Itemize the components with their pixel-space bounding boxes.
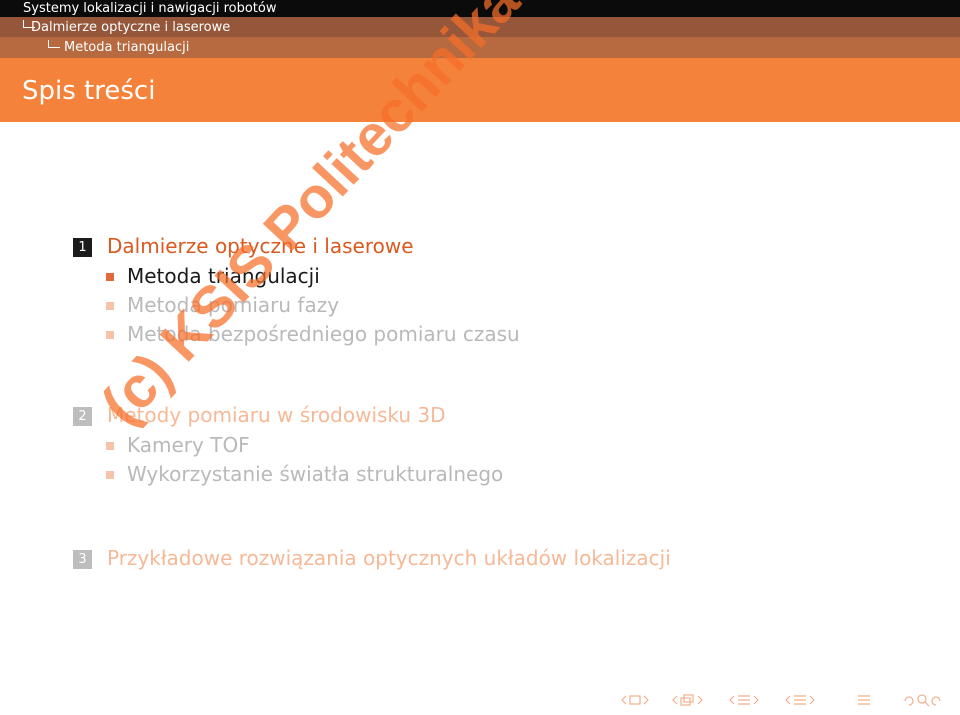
toc-icon[interactable] (858, 695, 870, 705)
subsection-title: Wykorzystanie światła strukturalnego (127, 462, 504, 486)
section-title: Dalmierze optyczne i laserowe (107, 234, 414, 258)
subsection-title: Kamery TOF (127, 433, 250, 457)
presentation-title-bar: Systemy lokalizacji i nawigacji robotów (0, 0, 960, 17)
left-arrow-icon[interactable] (785, 695, 791, 705)
toc-section-3[interactable]: 3 Przykładowe rozwiązania optycznych ukła… (73, 546, 671, 570)
right-arrow-icon[interactable] (643, 695, 649, 705)
current-subsection[interactable]: Metoda triangulacji (64, 38, 189, 57)
current-section[interactable]: Dalmierze optyczne i laserowe (31, 18, 230, 37)
bullet-square-icon (106, 331, 114, 339)
right-arrow-icon[interactable] (809, 695, 815, 705)
bullet-square-icon (106, 471, 114, 479)
bullet-square-icon (106, 442, 114, 450)
subsection-title: Metoda bezpośredniego pomiaru czasu (127, 322, 520, 346)
bullet-square-icon (106, 302, 114, 310)
section-title: Metody pomiaru w środowisku 3D (107, 403, 446, 427)
navigation-symbols (621, 694, 941, 707)
toc-subsection[interactable]: Metoda triangulacji (106, 264, 320, 288)
section-number: 1 (73, 238, 92, 257)
left-arrow-icon[interactable] (729, 695, 735, 705)
bullet-square-icon (106, 273, 114, 281)
toc-section-2[interactable]: 2 Metody pomiaru w środowisku 3D (73, 403, 446, 427)
subsection-icon[interactable] (794, 695, 806, 705)
beamer-navigation-bar (620, 692, 950, 708)
frame-title: Spis treści (22, 76, 156, 106)
subsection-title: Metoda triangulacji (127, 264, 320, 288)
section-title: Przykładowe rozwiązania optycznych układ… (107, 546, 671, 570)
toc-section-1[interactable]: 1 Dalmierze optyczne i laserowe (73, 234, 414, 258)
presentation-title[interactable]: Systemy lokalizacji i nawigacji robotów (23, 0, 276, 17)
slide-icon[interactable] (629, 695, 641, 705)
frame-icon[interactable] (680, 694, 694, 706)
subsection-bar: Metoda triangulacji (0, 37, 960, 58)
section-number: 3 (73, 550, 92, 569)
toc-subsection[interactable]: Metoda bezpośredniego pomiaru czasu (106, 322, 520, 346)
frame-title-bar: Spis treści (0, 58, 960, 122)
search-icon[interactable] (904, 694, 941, 707)
toc-subsection[interactable]: Kamery TOF (106, 433, 250, 457)
toc-subsection[interactable]: Metoda pomiaru fazy (106, 293, 339, 317)
toc-subsection[interactable]: Wykorzystanie światła strukturalnego (106, 462, 503, 486)
right-arrow-icon[interactable] (753, 695, 759, 705)
right-arrow-icon[interactable] (697, 695, 703, 705)
section-bar: Dalmierze optyczne i laserowe (0, 17, 960, 37)
section-icon[interactable] (738, 695, 750, 705)
left-arrow-icon[interactable] (621, 695, 627, 705)
section-number: 2 (73, 407, 92, 426)
subsection-title: Metoda pomiaru fazy (127, 293, 340, 317)
tree-corner-icon (48, 40, 60, 48)
left-arrow-icon[interactable] (672, 695, 678, 705)
